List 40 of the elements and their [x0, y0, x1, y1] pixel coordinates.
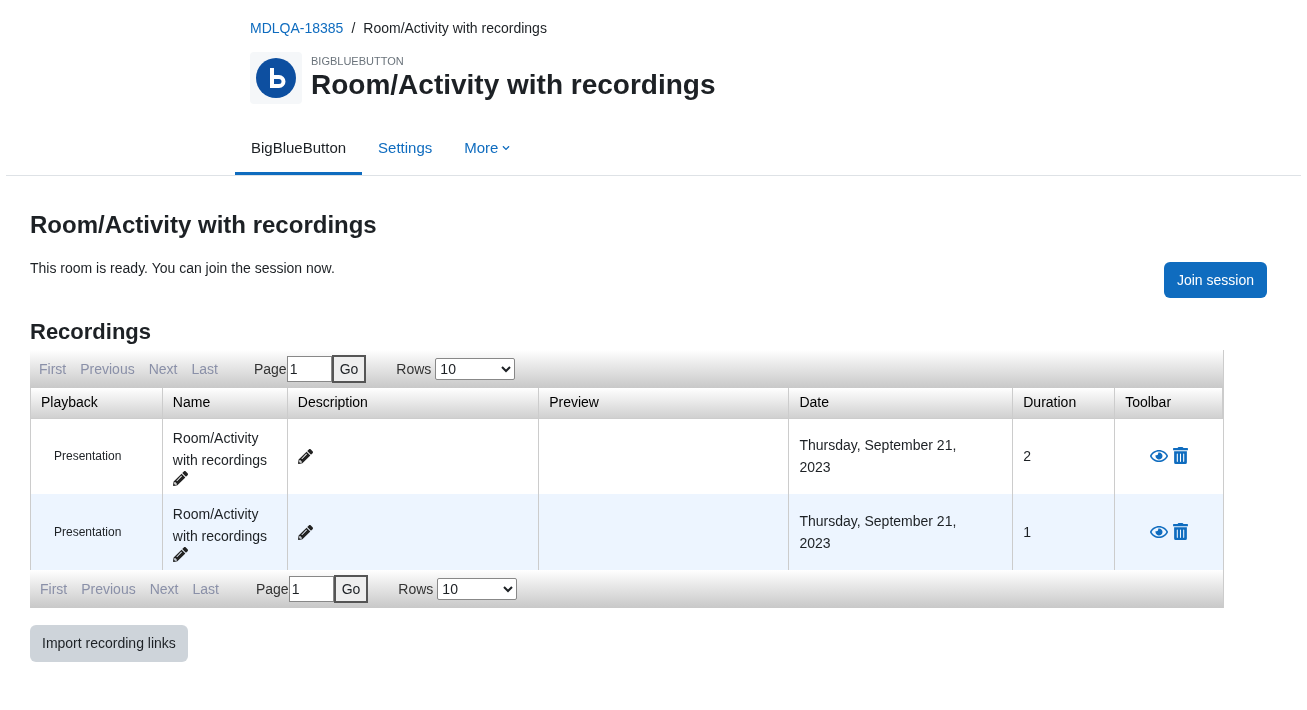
recordings-heading: Recordings: [30, 318, 153, 346]
pencil-icon[interactable]: [172, 546, 188, 562]
nav-tab[interactable]: Settings: [362, 124, 449, 175]
import-recording-links-button[interactable]: Import recording links: [30, 625, 188, 662]
breadcrumb-link[interactable]: MDLQA-18385: [250, 18, 344, 39]
page-label: Page: [255, 579, 289, 599]
rows-select[interactable]: 10: [437, 578, 518, 600]
trash-icon[interactable]: [1172, 447, 1188, 465]
pencil-icon[interactable]: [297, 448, 313, 464]
status-message: This room is ready. You can join the session now.: [30, 259, 335, 278]
column-header: Description: [287, 388, 539, 418]
pencil-icon[interactable]: [172, 470, 188, 486]
page-label: Page: [253, 359, 287, 379]
column-header: Date: [788, 388, 1013, 418]
join-session-button[interactable]: Join session: [1163, 262, 1267, 298]
trash-icon[interactable]: [1172, 523, 1188, 540]
page-heading: Room/Activity with recordings: [30, 210, 378, 240]
nav-tab[interactable]: More: [448, 124, 527, 175]
column-header: Playback: [30, 388, 163, 418]
recording-name: Room/Activity with recordings: [172, 428, 268, 470]
column-header: Toolbar: [1114, 388, 1223, 418]
go-button[interactable]: Go: [331, 355, 367, 383]
go-button[interactable]: Go: [333, 575, 369, 603]
module-label: BIGBLUEBUTTON: [311, 54, 405, 68]
column-header: Name: [162, 388, 288, 418]
column-header: Duration: [1012, 388, 1115, 418]
activity-title: Room/Activity with recordings: [311, 68, 716, 102]
breadcrumb-text: Room/Activity with recordings: [363, 19, 547, 38]
bigbluebutton-logo-icon: [256, 58, 296, 98]
page-input[interactable]: 1: [286, 356, 332, 382]
column-header: Preview: [538, 388, 789, 418]
breadcrumb-text: /: [351, 19, 356, 38]
rows-label: Rows: [396, 359, 432, 379]
rows-select[interactable]: 10: [435, 358, 516, 380]
page-input[interactable]: 1: [288, 576, 334, 602]
nav-tab[interactable]: BigBlueButton: [235, 124, 363, 175]
pencil-icon[interactable]: [297, 524, 313, 540]
eye-icon[interactable]: [1149, 523, 1168, 541]
recording-name: Room/Activity with recordings: [172, 504, 268, 546]
rows-label: Rows: [398, 579, 434, 599]
